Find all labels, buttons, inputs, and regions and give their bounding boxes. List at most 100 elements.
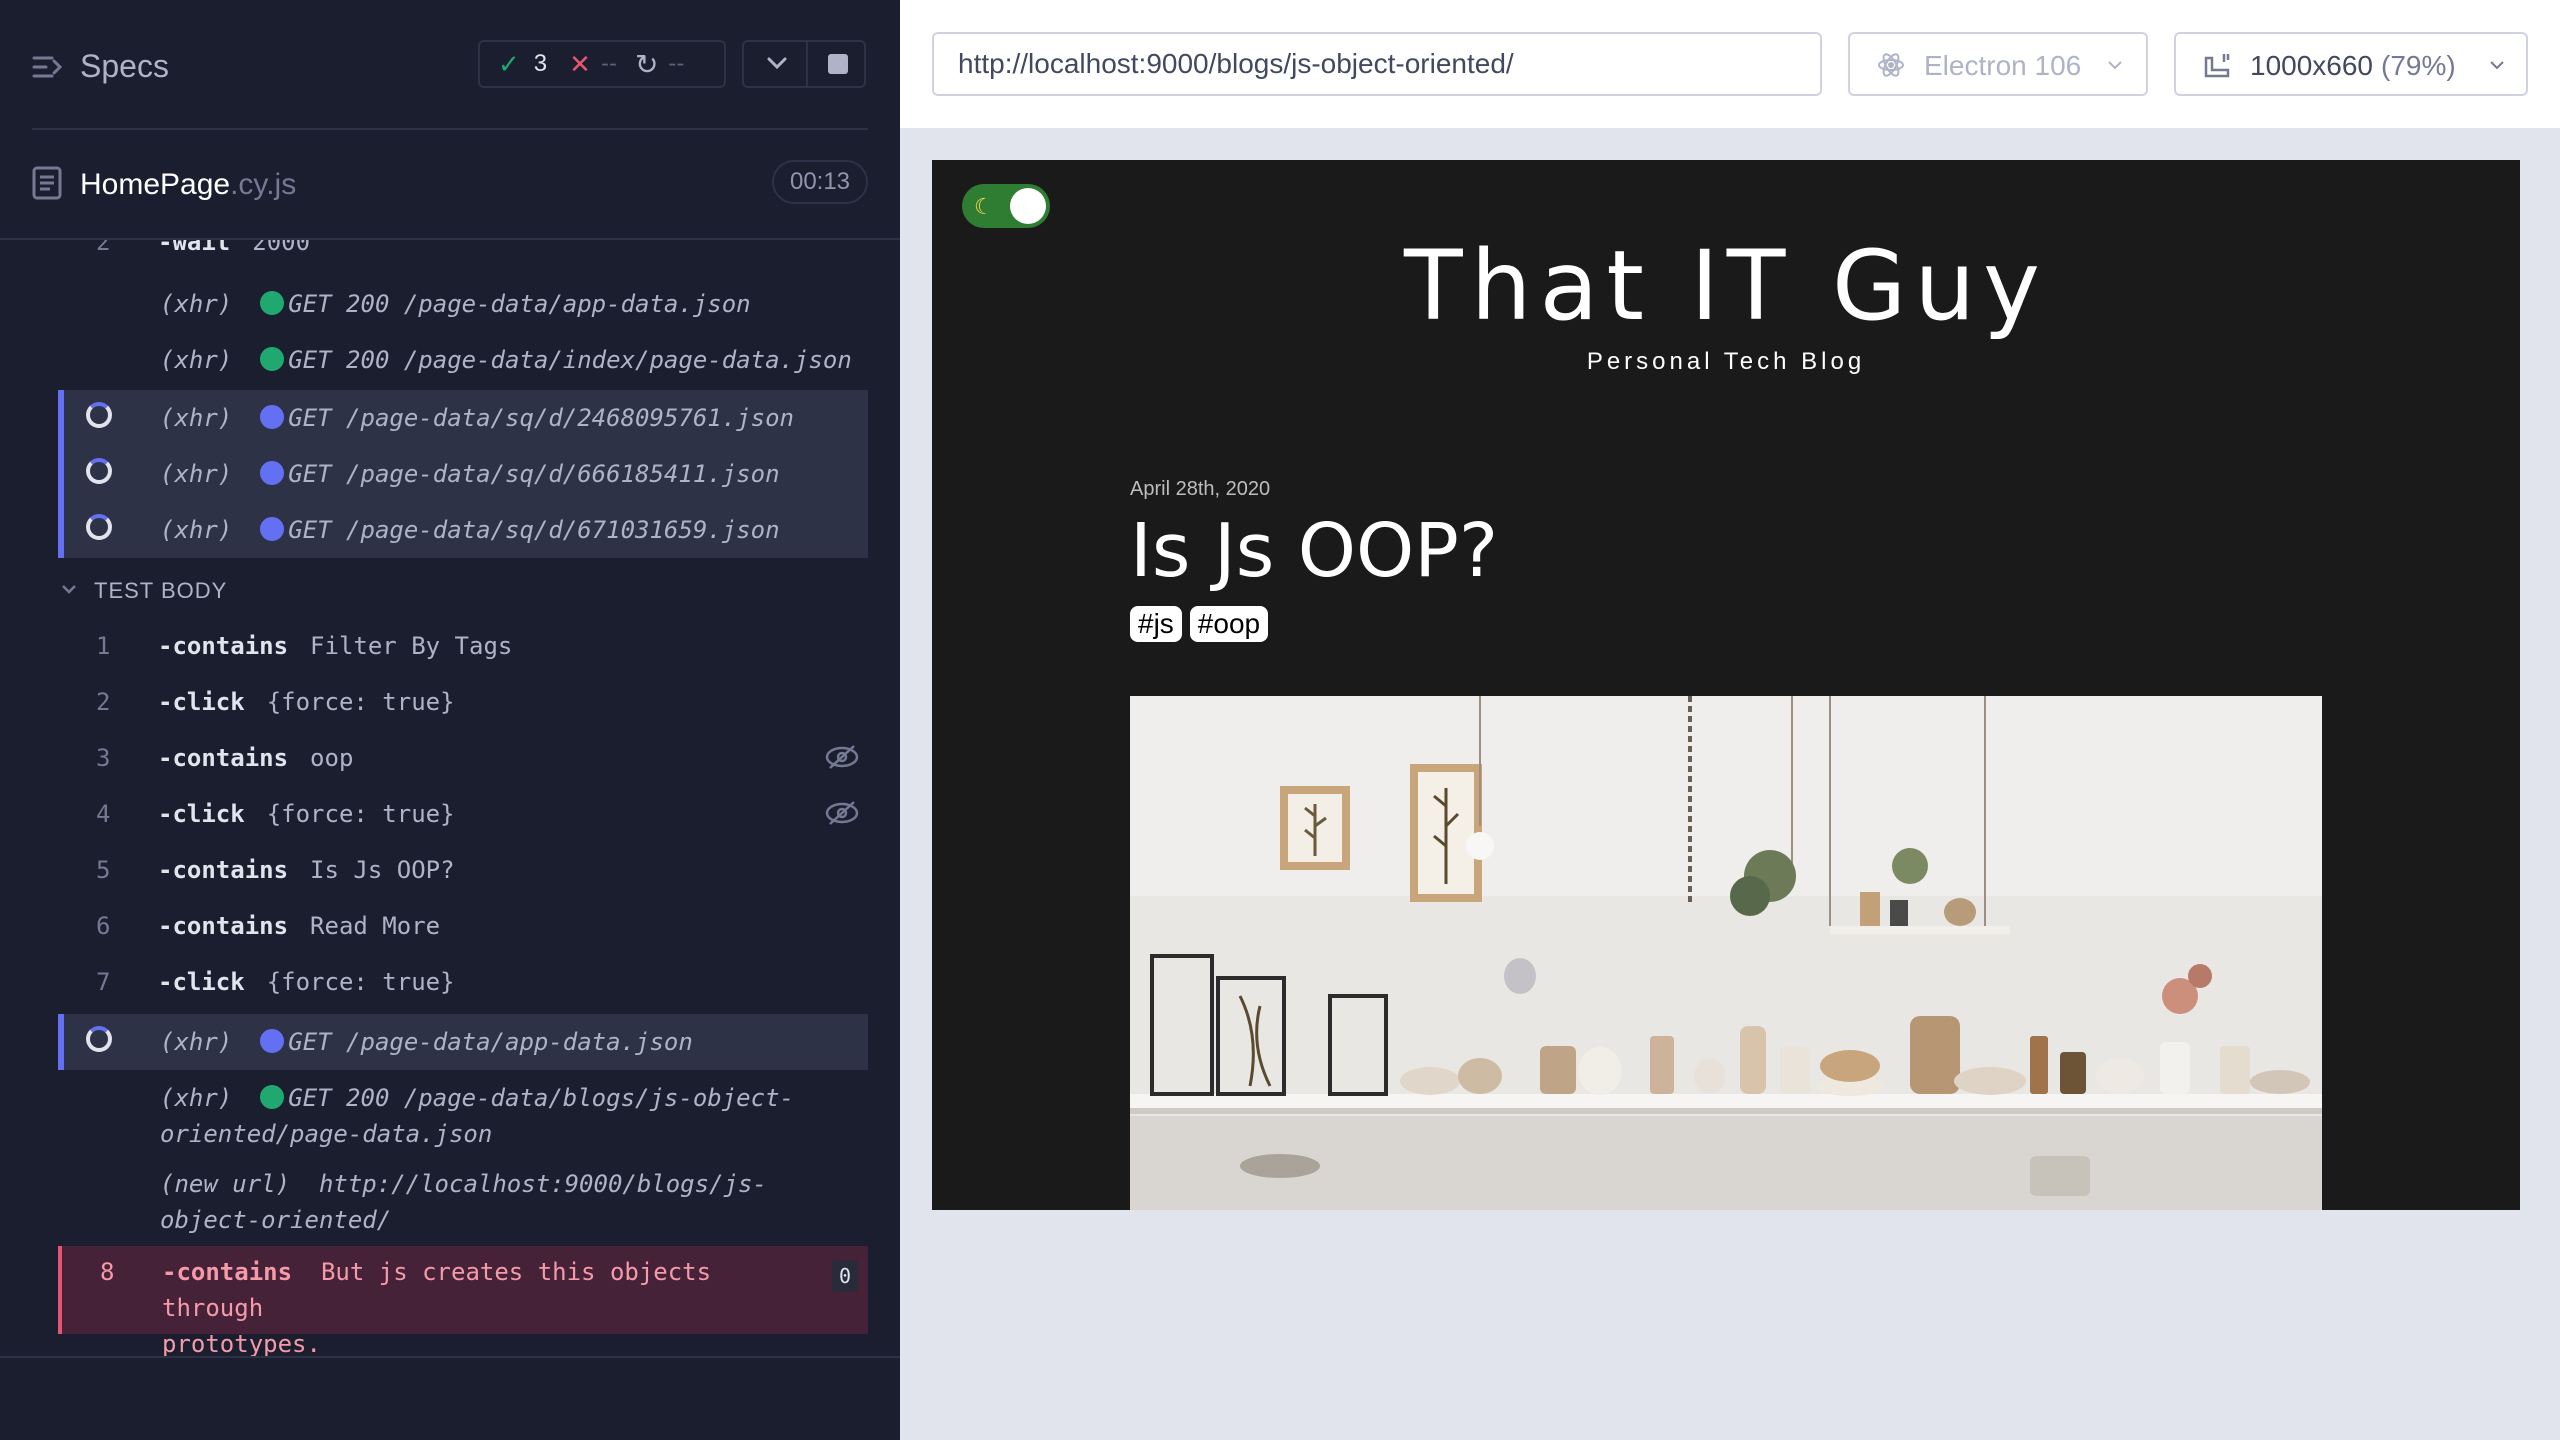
xhr-type: (xhr): [160, 460, 233, 488]
command-number: 1: [96, 632, 111, 660]
xhr-entry: (xhr) GET 200 /page-data/index/page-data.…: [160, 346, 852, 374]
xhr-row-pending[interactable]: (xhr) GET /page-data/sq/d/666185411.json: [58, 446, 868, 502]
moon-icon: ☾: [974, 194, 994, 219]
command-method-text: -click: [158, 968, 245, 996]
command-row[interactable]: 6 -contains Read More: [58, 900, 868, 956]
stop-icon[interactable]: [828, 54, 848, 74]
failed-x-icon: ✕: [569, 48, 591, 79]
xhr-type: (xhr): [160, 1028, 233, 1056]
command-message-cont: prototypes.: [162, 1330, 321, 1358]
specs-label[interactable]: Specs: [80, 48, 169, 85]
status-dot-icon: [260, 461, 285, 485]
xhr-type: (xhr): [160, 516, 233, 544]
command-row[interactable]: 2 -wait 2000: [58, 240, 868, 258]
command-row[interactable]: 1 -contains Filter By Tags: [58, 620, 868, 676]
command-message: Is Js OOP?: [310, 856, 455, 884]
post-tags: #js #oop: [1130, 606, 1269, 642]
tag-oop[interactable]: #oop: [1189, 606, 1269, 642]
command-row[interactable]: 4 -click {force: true}: [58, 788, 868, 844]
tag-js[interactable]: #js: [1130, 606, 1182, 642]
command-method-text: -contains: [158, 744, 289, 772]
toggle-knob: [1010, 188, 1046, 224]
test-body-label: TEST BODY: [94, 578, 228, 603]
url-bar[interactable]: http://localhost:9000/blogs/js-object-or…: [932, 32, 1822, 96]
xhr-status: GET 200 /page-data/blogs/js-object-: [288, 1084, 794, 1112]
command-method: -wait 2000: [158, 240, 310, 256]
failed-count: --: [600, 50, 617, 77]
chevron-down-icon: [2108, 61, 2122, 70]
xhr-row[interactable]: (xhr) GET 200 /page-data/app-data.json: [58, 278, 868, 330]
new-url-type: (new url): [160, 1170, 291, 1198]
viewport-size: 1000x660 (79%): [2250, 50, 2456, 82]
command-method-text: -wait: [158, 240, 231, 256]
command-method-text: -click: [158, 688, 245, 716]
command-method: -contains oop: [158, 744, 353, 772]
xhr-row[interactable]: (xhr) GET 200 /page-data/blogs/js-object-…: [58, 1072, 868, 1160]
xhr-row[interactable]: (xhr) GET 200 /page-data/index/page-data.…: [58, 334, 868, 386]
xhr-row-pending[interactable]: (xhr) GET /page-data/sq/d/2468095761.json: [58, 390, 868, 446]
site-subtitle: Personal Tech Blog: [1586, 348, 1866, 375]
eye-slash-icon[interactable]: [824, 798, 860, 828]
xhr-entry: (xhr) GET 200 /page-data/blogs/js-object-…: [160, 1080, 860, 1152]
xhr-row-pending[interactable]: (xhr) GET /page-data/sq/d/671031659.json: [58, 502, 868, 558]
xhr-status: GET 200 /page-data/app-data.json: [288, 290, 751, 318]
status-dot-icon: [260, 517, 285, 541]
theme-toggle[interactable]: ☾: [962, 184, 1050, 228]
spec-file-icon: [32, 166, 62, 200]
test-stats: ✓ 3 ✕ -- ↻ --: [478, 40, 726, 88]
status-dot-icon: [260, 347, 285, 371]
loading-spinner-icon: [86, 458, 112, 484]
app-under-test-panel: http://localhost:9000/blogs/js-object-or…: [900, 0, 2560, 1440]
xhr-type: (xhr): [160, 290, 233, 318]
xhr-type: (xhr): [160, 1084, 233, 1112]
spec-header[interactable]: HomePage.cy.js 00:13: [0, 150, 900, 216]
command-method: -contains Is Js OOP?: [158, 856, 455, 884]
command-message: 2000: [252, 240, 311, 256]
eye-slash-icon[interactable]: [824, 742, 860, 772]
status-dot-icon: [260, 291, 285, 315]
xhr-type: (xhr): [160, 346, 233, 374]
new-url-entry: (new url) http://localhost:9000/blogs/js…: [160, 1166, 860, 1238]
command-row[interactable]: 5 -contains Is Js OOP?: [58, 844, 868, 900]
spec-filename: HomePage: [80, 168, 231, 201]
test-body-header[interactable]: TEST BODY: [58, 576, 868, 606]
viewport-selector[interactable]: 1000x660 (79%): [2174, 32, 2528, 96]
xhr-entry: (xhr) GET 200 /page-data/app-data.json: [160, 290, 751, 318]
command-log-panel: Specs ✓ 3 ✕ -- ↻ -- HomePage.cy.js 00:13: [0, 0, 900, 1440]
command-method-text: -contains: [158, 632, 289, 660]
command-method: -click {force: true}: [158, 800, 455, 828]
xhr-row-pending[interactable]: (xhr) GET /page-data/app-data.json: [58, 1014, 868, 1070]
command-number: 2: [96, 240, 111, 256]
pending-count: --: [668, 50, 685, 77]
xhr-status: GET /page-data/sq/d/2468095761.json: [288, 404, 794, 432]
browser-selector[interactable]: Electron 106: [1848, 32, 2148, 96]
command-message: Read More: [310, 912, 441, 940]
xhr-entry: (xhr) GET /page-data/app-data.json: [160, 1028, 693, 1056]
command-message: {force: true}: [266, 800, 455, 828]
command-number: 7: [96, 968, 111, 996]
passed-count: 3: [533, 50, 548, 77]
command-row[interactable]: 7 -click {force: true}: [58, 956, 868, 1012]
new-url-row[interactable]: (new url) http://localhost:9000/blogs/js…: [58, 1160, 868, 1248]
command-list: 2 -wait 2000 (xhr) GET 200 /page-data/app-…: [58, 240, 868, 1360]
aut-toolbar: http://localhost:9000/blogs/js-object-or…: [900, 0, 2560, 128]
chevron-down-icon[interactable]: [764, 50, 790, 76]
site-title[interactable]: That IT Guy: [932, 230, 2520, 342]
xhr-status: GET /page-data/sq/d/666185411.json: [288, 460, 780, 488]
control-divider: [806, 42, 808, 86]
command-method-text: -contains: [158, 856, 289, 884]
status-dot-icon: [260, 1085, 285, 1109]
xhr-status: GET /page-data/sq/d/671031659.json: [288, 516, 780, 544]
specs-menu-icon[interactable]: [32, 52, 62, 82]
command-row[interactable]: 2 -click {force: true}: [58, 676, 868, 732]
failed-command-row[interactable]: 8 -contains But js creates this objects …: [58, 1246, 868, 1358]
header-divider: [32, 128, 868, 130]
command-message: oop: [310, 744, 354, 772]
browser-name: Electron 106: [1924, 50, 2082, 81]
xhr-entry: (xhr) GET /page-data/sq/d/666185411.json: [160, 460, 780, 488]
command-number: 8: [100, 1258, 115, 1286]
command-number: 6: [96, 912, 111, 940]
spec-duration: 00:13: [772, 160, 868, 204]
run-controls: [742, 40, 866, 88]
command-row[interactable]: 3 -contains oop: [58, 732, 868, 788]
